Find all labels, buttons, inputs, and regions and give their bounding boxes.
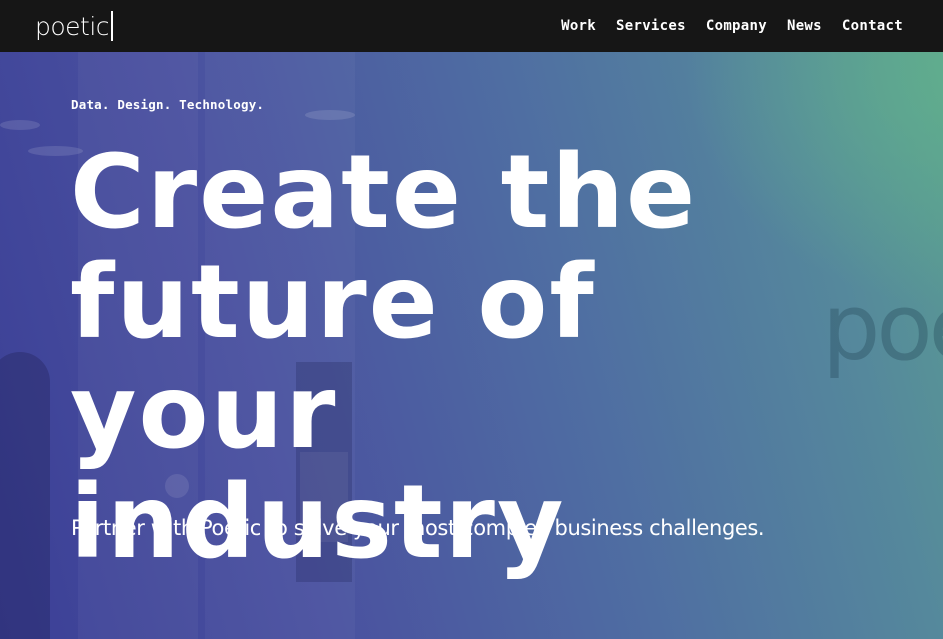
nav-link-work[interactable]: Work bbox=[561, 18, 596, 34]
nav-item-contact: Contact bbox=[842, 17, 903, 35]
nav-item-work: Work bbox=[561, 17, 596, 35]
background-lamp bbox=[0, 120, 40, 130]
nav-item-services: Services bbox=[616, 17, 686, 35]
hero-headline: Create the future of your industry bbox=[70, 138, 890, 578]
hero-tagline: Partner with Poetic to solve your most c… bbox=[71, 516, 765, 540]
hero-eyebrow: Data. Design. Technology. bbox=[71, 97, 265, 112]
nav-item-news: News bbox=[787, 17, 822, 35]
logo-cursor-bar bbox=[111, 11, 114, 41]
hero-section: poe Data. Design. Technology. Create the… bbox=[0, 52, 943, 639]
nav-link-news[interactable]: News bbox=[787, 18, 822, 34]
poetic-logo[interactable]: poetic bbox=[35, 11, 114, 41]
nav-link-services[interactable]: Services bbox=[616, 18, 686, 34]
nav-link-contact[interactable]: Contact bbox=[842, 18, 903, 34]
logo-text: poetic bbox=[35, 11, 110, 41]
background-person bbox=[0, 352, 50, 639]
nav-item-company: Company bbox=[706, 17, 767, 35]
site-header: poetic Work Services Company News Contac… bbox=[0, 0, 943, 52]
headline-line: Create the bbox=[70, 133, 698, 252]
nav-link-company[interactable]: Company bbox=[706, 18, 767, 34]
main-nav: Work Services Company News Contact bbox=[561, 17, 903, 35]
headline-line: future of your bbox=[70, 243, 596, 472]
background-lamp bbox=[305, 110, 355, 120]
